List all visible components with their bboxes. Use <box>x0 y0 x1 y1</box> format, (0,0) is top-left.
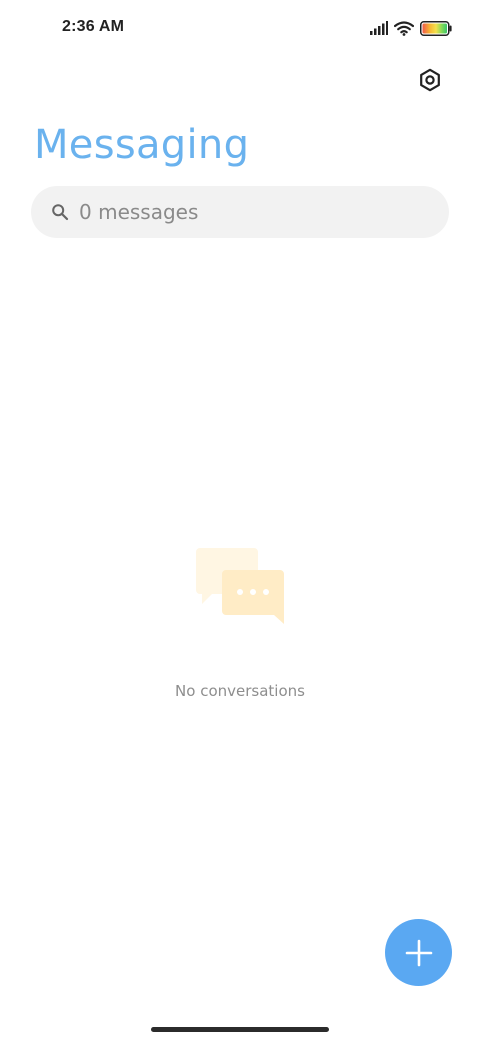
settings-button[interactable] <box>416 66 444 94</box>
status-time: 2:36 AM <box>62 18 125 35</box>
status-icons <box>370 18 452 38</box>
new-conversation-button[interactable] <box>385 919 452 986</box>
messaging-screen: 2:36 AM Messaging 0 messages No conversa… <box>0 0 480 1040</box>
wifi-icon <box>394 20 414 36</box>
settings-icon <box>420 68 440 92</box>
plus-icon <box>405 939 432 966</box>
chat-bubbles-icon <box>196 548 284 624</box>
status-bar: 2:36 AM <box>0 0 480 56</box>
battery-icon <box>420 20 452 36</box>
search-icon <box>52 204 69 221</box>
home-indicator[interactable] <box>151 1027 329 1032</box>
signal-icon <box>370 21 388 35</box>
search-input[interactable]: 0 messages <box>31 186 449 238</box>
search-placeholder: 0 messages <box>79 200 199 224</box>
empty-state-text: No conversations <box>175 682 305 700</box>
page-title: Messaging <box>34 122 250 168</box>
